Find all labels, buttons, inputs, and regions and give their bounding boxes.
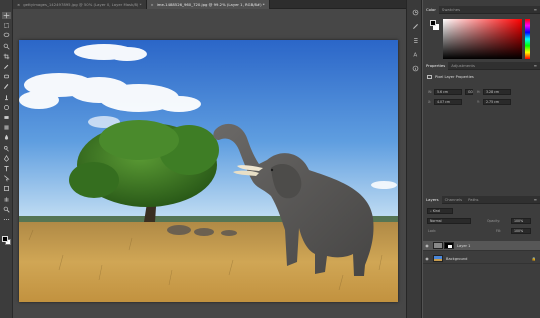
zoom-icon[interactable] [2,206,11,213]
panel-menu-icon[interactable]: ≡ [534,197,540,202]
properties-panel-header: Properties Adjustments ≡ [423,61,540,70]
eyedropper-icon[interactable] [2,63,11,70]
document-canvas[interactable] [19,40,398,302]
stamp-icon[interactable] [2,94,11,101]
brush-icon[interactable] [2,83,11,90]
tab-paths[interactable]: Paths [465,196,481,204]
label-w: W: [428,90,433,94]
tab-adjustments[interactable]: Adjustments [448,62,478,70]
quick-select-icon[interactable] [2,43,11,50]
tools-panel [0,0,13,318]
path-select-icon[interactable] [2,175,11,182]
layer-filter-value: Kind [432,209,440,213]
lasso-icon[interactable] [2,32,11,39]
healing-icon[interactable] [2,73,11,80]
opacity-field[interactable]: 100% [511,218,531,224]
document-tab-elephant[interactable]: × ime-1488526_960_720.jpg @ 99.2% (Layer… [146,0,270,9]
foreground-color-swatch[interactable] [2,236,8,242]
history-brush-icon[interactable] [2,104,11,111]
properties-subtitle: Pixel Layer Properties [435,74,474,79]
move-icon[interactable] [2,12,11,19]
tab-channels[interactable]: Channels [442,196,466,204]
dodge-icon[interactable] [2,145,11,152]
shape-icon[interactable] [2,185,11,192]
type-icon[interactable] [2,165,11,172]
tab-properties[interactable]: Properties [423,61,449,70]
panel-menu-icon[interactable]: ≡ [534,7,540,12]
blend-mode-select[interactable]: Normal [427,218,471,224]
lock-label: Lock: [428,229,437,233]
character-icon[interactable]: A [411,50,419,58]
layer-row-layer-1[interactable]: ◉ Layer 1 [423,241,540,251]
layer-row-background[interactable]: ◉ Background 🔒 [423,254,540,264]
fill-field[interactable]: 100% [511,228,531,234]
history-icon[interactable] [411,8,419,16]
color-picker-field[interactable] [443,19,522,59]
eraser-icon[interactable] [2,114,11,121]
hand-icon[interactable] [2,196,11,203]
close-icon[interactable]: × [17,2,20,7]
layer-thumbnail [433,242,443,249]
marquee-icon[interactable] [2,22,11,29]
opacity-label: Opacity: [487,219,501,223]
fill-label: Fill: [496,229,502,233]
right-panels: Color Swatches ≡ Properties Adjustments … [423,0,540,318]
layers-panel-header: Layers Channels Paths ≡ [423,195,540,204]
brush-settings-icon[interactable] [411,22,419,30]
canvas-area[interactable] [13,9,406,318]
layer-name: Layer 1 [457,243,471,248]
close-icon[interactable]: × [151,2,154,7]
link-button[interactable]: GO [465,89,473,95]
eye-icon[interactable]: ◉ [423,256,431,261]
document-tab-bar: × gettyimages_142497895.jpg @ 50% (Layer… [13,0,406,9]
panel-menu-icon[interactable]: ≡ [534,63,540,68]
tab-swatches[interactable]: Swatches [439,6,463,14]
y-field[interactable]: 2.75 cm [483,99,511,105]
tab-color[interactable]: Color [423,5,439,14]
layer-thumbnail [433,255,443,262]
pen-icon[interactable] [2,154,11,162]
layer-filter-select[interactable]: ⌕ Kind [427,208,453,214]
more-icon[interactable] [2,216,11,223]
color-panel-header: Color Swatches ≡ [423,5,540,14]
height-field[interactable]: 3.28 cm [483,89,511,95]
label-x: X: [428,100,432,104]
document-tab-getty[interactable]: × gettyimages_142497895.jpg @ 50% (Layer… [13,0,147,9]
document-tab-label: ime-1488526_960_720.jpg @ 99.2% (Layer 1… [156,2,265,7]
width-field[interactable]: 5.6 cm [434,89,462,95]
tab-layers[interactable]: Layers [423,195,442,204]
label-h: H: [477,90,481,94]
info-icon[interactable] [411,64,419,72]
layer-name: Background [446,256,468,261]
x-field[interactable]: 4.07 cm [434,99,462,105]
panel-dock-strip: A [406,0,422,318]
gradient-icon[interactable] [2,124,11,131]
layer-mask-thumbnail[interactable] [444,242,454,249]
eye-icon[interactable]: ◉ [423,243,431,248]
document-tab-label: gettyimages_142497895.jpg @ 50% (Layer 0… [23,2,142,7]
color-panel-foreground-swatch[interactable] [430,20,436,26]
hue-slider[interactable] [525,19,530,59]
pixel-layer-icon [427,74,432,79]
paragraph-icon[interactable] [411,36,419,44]
lock-icon[interactable]: 🔒 [532,257,536,261]
svg-text:A: A [413,52,417,57]
crop-icon[interactable] [2,53,11,60]
properties-subtitle-row: Pixel Layer Properties [427,73,474,80]
composite-image [19,40,398,302]
label-y: Y: [477,100,480,104]
blur-icon[interactable] [2,134,11,141]
